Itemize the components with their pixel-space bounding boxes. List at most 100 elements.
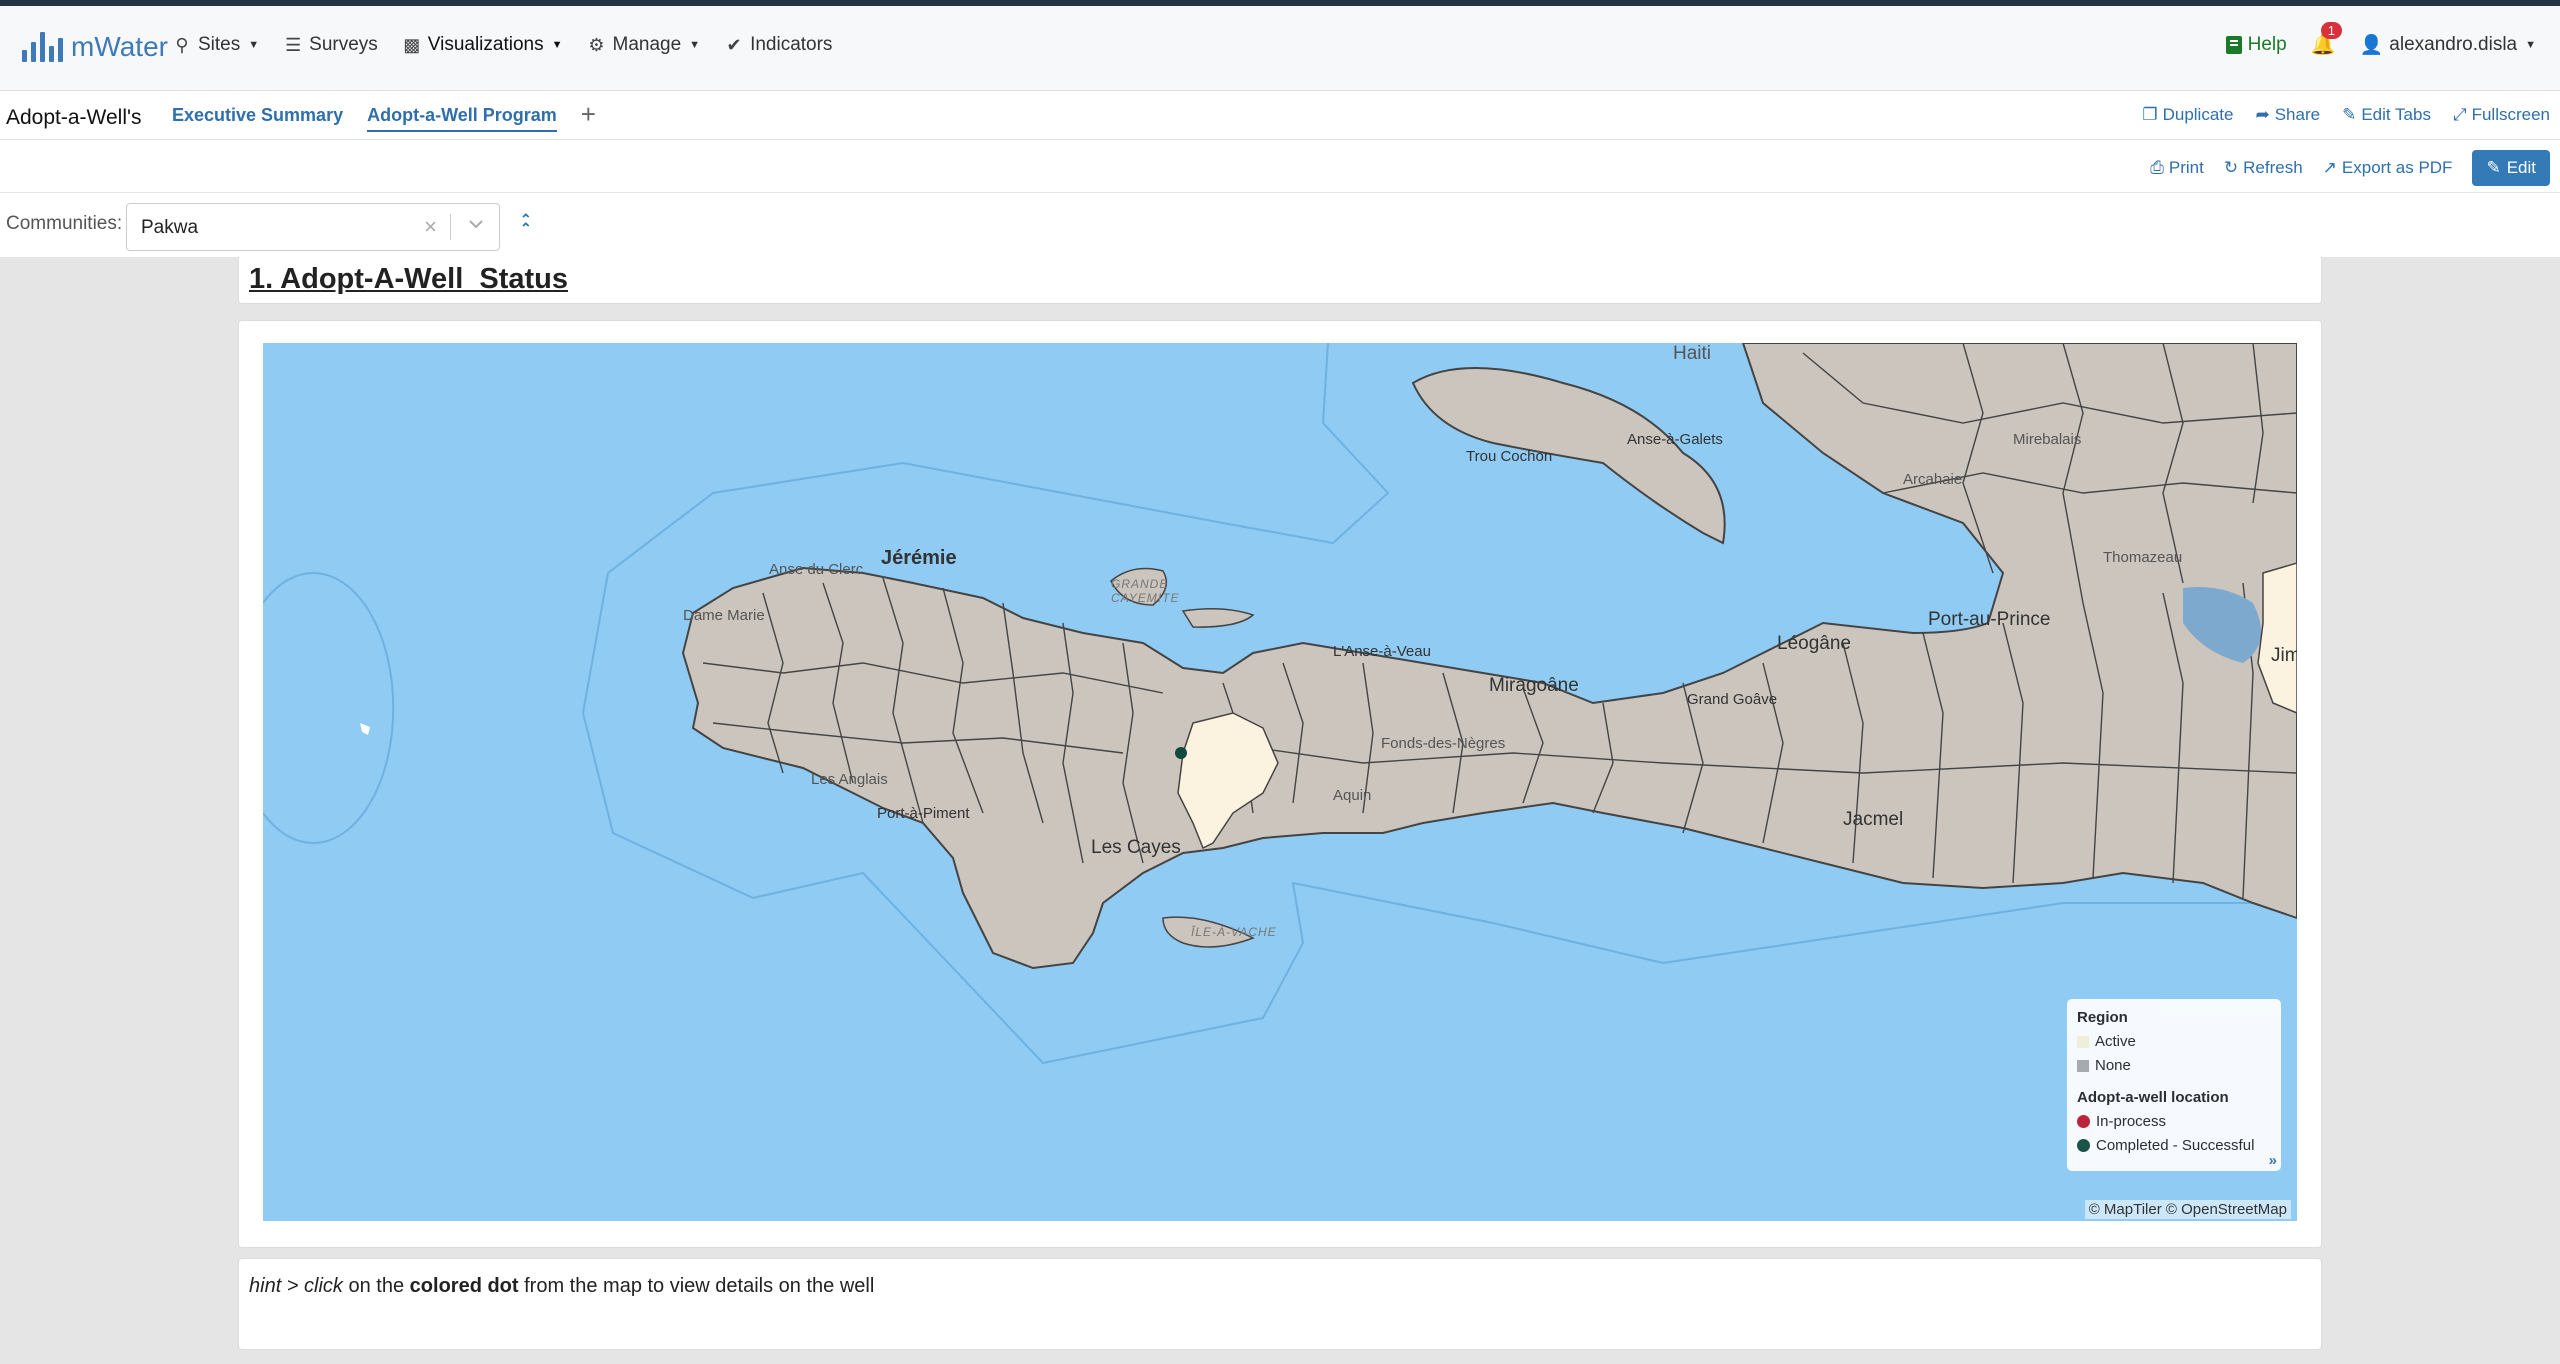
tab-adopt-a-well-program[interactable]: Adopt-a-Well Program xyxy=(367,105,557,132)
toolbar-actions: ⎙ Print ↻ Refresh ↗ Export as PDF ✎ Edit xyxy=(2150,150,2550,186)
map-label-grande-cayemite: GRANDE CAYEMITE xyxy=(1111,577,1180,605)
chevron-down-icon[interactable] xyxy=(467,215,485,238)
brand-name: mWater xyxy=(71,31,168,62)
share-icon: ➦ xyxy=(2255,105,2270,124)
legend-region-none: None xyxy=(2077,1057,2131,1074)
map-marker-icon: ⚲ xyxy=(175,34,189,55)
refresh-label: Refresh xyxy=(2243,158,2303,177)
nav-manage[interactable]: ⚙ Manage ▼ xyxy=(587,34,701,56)
book-icon xyxy=(2225,35,2242,54)
check-circle-icon: ✔ xyxy=(726,34,742,55)
communities-select[interactable]: Pakwa × xyxy=(126,203,500,251)
select-separator xyxy=(450,214,451,240)
section-title: 1. Adopt-A-Well_Status xyxy=(249,263,569,295)
duplicate-label: Duplicate xyxy=(2162,105,2234,124)
hint-card: hint > click on the colored dot from the… xyxy=(238,1258,2322,1350)
map-label-trou-cochon: Trou Cochon xyxy=(1466,448,1553,465)
map-label-anse-a-veau: L'Anse-à-Veau xyxy=(1333,643,1431,660)
caret-down-icon: ▼ xyxy=(689,39,701,51)
map-label-ile-a-vache: ÎLE-À-VACHE xyxy=(1191,925,1277,939)
nav-right: Help 🔔 1 👤 alexandro.disla ▼ xyxy=(2225,22,2536,57)
hint-prefix: hint > click xyxy=(249,1275,343,1297)
print-button[interactable]: ⎙ Print xyxy=(2150,158,2204,178)
dashboard-toolbar: ⎙ Print ↻ Refresh ↗ Export as PDF ✎ Edit xyxy=(0,140,2560,193)
communities-filter-label: Communities: xyxy=(6,213,123,234)
tab-actions: ❐ Duplicate ➦ Share ✎ Edit Tabs ⤢ Fullscreen xyxy=(2142,105,2550,125)
map-label-haiti: Haiti xyxy=(1673,343,1712,364)
filter-bar: Communities: Pakwa × ⌃ ⌃ xyxy=(0,193,2560,258)
tab-executive-summary[interactable]: Executive Summary xyxy=(172,105,343,132)
mwater-logo[interactable]: mWater xyxy=(22,30,168,62)
navassa-islet xyxy=(360,723,370,735)
print-label: Print xyxy=(2168,158,2204,177)
user-menu[interactable]: 👤 alexandro.disla ▼ xyxy=(2360,33,2536,57)
map-widget: Haiti Anse-à-Galets Trou Cochon Mirebala… xyxy=(238,320,2322,1248)
clear-icon[interactable]: × xyxy=(424,214,437,240)
map-label-jimani: Jim xyxy=(2271,645,2297,666)
legend-region-active: Active xyxy=(2077,1033,2136,1050)
fullscreen-button[interactable]: ⤢ Fullscreen xyxy=(2453,105,2550,125)
external-link-icon: ↗ xyxy=(2322,158,2337,177)
edit-tabs-button[interactable]: ✎ Edit Tabs xyxy=(2342,105,2431,125)
expand-icon: ⤢ xyxy=(2452,105,2467,124)
legend-swatch xyxy=(2077,1035,2089,1048)
map-label-mirebalais: Mirebalais xyxy=(2013,431,2082,448)
map-view[interactable]: Haiti Anse-à-Galets Trou Cochon Mirebala… xyxy=(263,343,2297,1221)
nav-manage-label: Manage xyxy=(612,34,682,55)
pencil-icon: ✎ xyxy=(2342,105,2357,124)
well-location-dot-completed[interactable] xyxy=(1175,747,1187,759)
legend-label: None xyxy=(2095,1057,2131,1074)
fullscreen-label: Fullscreen xyxy=(2471,105,2550,124)
legend-label: Active xyxy=(2095,1033,2136,1050)
edit-button[interactable]: ✎ Edit xyxy=(2472,150,2550,186)
caret-down-icon: ▼ xyxy=(551,39,563,51)
dashboard-tab-bar: Adopt-a-Well's Executive Summary Adopt-a… xyxy=(0,91,2560,140)
legend-expand-icon[interactable]: » xyxy=(2269,1152,2277,1169)
nav-surveys[interactable]: ☰ Surveys xyxy=(283,34,378,56)
print-icon: ⎙ xyxy=(2150,158,2164,177)
main-navbar: mWater ⚲ Sites ▼ ☰ Surveys ▩ Visualizatio… xyxy=(0,6,2560,91)
nav-menu: ⚲ Sites ▼ ☰ Surveys ▩ Visualizations ▼ ⚙ M… xyxy=(172,34,832,56)
duplicate-button[interactable]: ❐ Duplicate xyxy=(2142,105,2233,125)
help-label: Help xyxy=(2247,33,2287,55)
legend-label: Completed - Successful xyxy=(2096,1137,2255,1154)
nav-indicators-label: Indicators xyxy=(750,34,833,55)
collapse-filters-icon[interactable]: ⌃ ⌃ xyxy=(520,212,532,235)
gear-icon: ⚙ xyxy=(588,34,605,55)
pencil-icon: ✎ xyxy=(2486,158,2501,177)
map-label-les-anglais: Les Anglais xyxy=(811,771,888,788)
list-icon: ☰ xyxy=(285,34,302,55)
notifications-button[interactable]: 🔔 1 xyxy=(2311,22,2342,57)
share-button[interactable]: ➦ Share xyxy=(2255,105,2320,125)
map-canvas xyxy=(263,343,2297,1065)
refresh-icon: ↻ xyxy=(2223,158,2239,177)
nav-sites-label: Sites xyxy=(198,34,241,55)
refresh-button[interactable]: ↻ Refresh xyxy=(2224,158,2303,178)
map-label-leogane: Léogâne xyxy=(1777,633,1851,654)
map-label-grand-goave: Grand Goâve xyxy=(1687,691,1778,708)
edit-tabs-label: Edit Tabs xyxy=(2361,105,2431,124)
export-pdf-label: Export as PDF xyxy=(2341,158,2453,177)
gonave-island xyxy=(1411,367,1726,545)
hint-on-the: on the xyxy=(348,1275,405,1297)
nav-visualizations-label: Visualizations xyxy=(427,34,544,55)
export-pdf-button[interactable]: ↗ Export as PDF xyxy=(2323,158,2453,178)
map-label-aquin: Aquin xyxy=(1333,787,1372,804)
nav-visualizations[interactable]: ▩ Visualizations ▼ xyxy=(402,34,563,56)
map-label-dame-marie: Dame Marie xyxy=(683,607,765,624)
map-attribution[interactable]: © MapTiler © OpenStreetMap xyxy=(2084,1200,2291,1219)
map-legend: Region Active None Adopt-a-well location… xyxy=(2067,999,2281,1171)
legend-dot xyxy=(2077,1139,2090,1152)
map-label-anse-a-galets: Anse-à-Galets xyxy=(1627,431,1723,448)
bar-chart-icon: ▩ xyxy=(403,34,421,55)
map-label-fonds-des-negres: Fonds-des-Nègres xyxy=(1381,735,1506,752)
add-tab-button[interactable]: + xyxy=(581,101,596,132)
nav-sites[interactable]: ⚲ Sites ▼ xyxy=(172,34,259,56)
help-link[interactable]: Help xyxy=(2225,33,2287,56)
nav-indicators[interactable]: ✔ Indicators xyxy=(724,34,833,56)
dashboard-title: Adopt-a-Well's xyxy=(6,106,142,129)
map-label-jacmel: Jacmel xyxy=(1843,809,1904,830)
hint-text: hint > click on the colored dot from the… xyxy=(249,1275,874,1298)
communities-selected-value: Pakwa xyxy=(141,217,199,238)
caret-down-icon: ▼ xyxy=(248,39,260,51)
